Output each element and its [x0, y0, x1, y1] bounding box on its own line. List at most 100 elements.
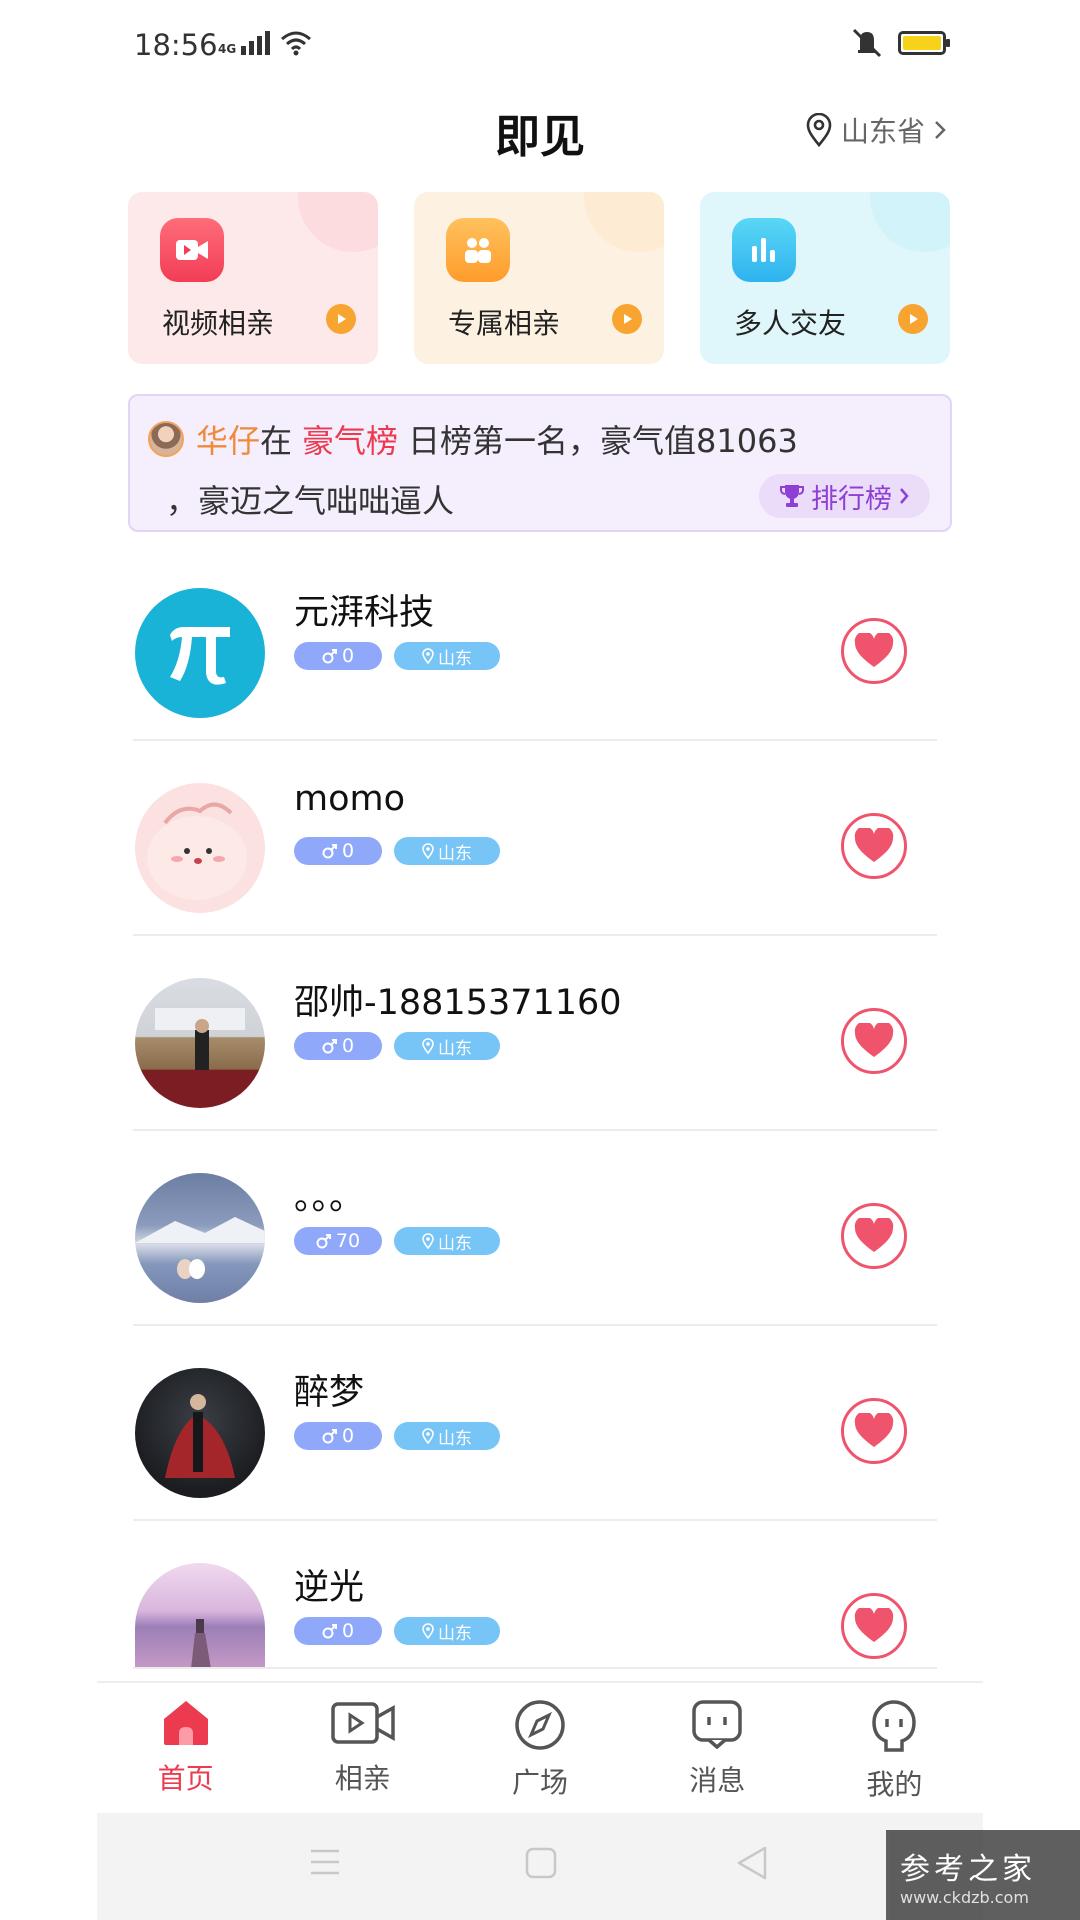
like-button[interactable]	[841, 1008, 907, 1074]
location-value: 山东	[438, 648, 472, 669]
gender-tag: 0	[294, 1617, 382, 1645]
avatar[interactable]	[135, 783, 265, 913]
male-icon	[322, 844, 337, 859]
card-label: 多人交友	[734, 307, 847, 340]
location-pin-icon	[422, 1428, 434, 1444]
like-button[interactable]	[841, 618, 907, 684]
user-tags: 0 山东	[294, 1617, 500, 1645]
heart-icon	[854, 1608, 894, 1642]
gender-value: 0	[341, 1035, 355, 1057]
ranking-button-label: 排行榜	[811, 483, 892, 515]
like-button[interactable]	[841, 1203, 907, 1269]
trophy-icon	[780, 485, 804, 507]
video-camera-icon	[160, 218, 224, 282]
gender-tag: 0	[294, 837, 382, 865]
user-name: 逆光	[294, 1568, 365, 1608]
location-value: 山东	[438, 1623, 472, 1644]
location-label: 山东省	[840, 115, 925, 148]
male-icon	[322, 649, 337, 664]
location-pin-icon	[422, 648, 434, 664]
gender-value: 0	[341, 840, 355, 862]
list-item[interactable]: 邵帅-18815371160 0 山东	[109, 936, 971, 1131]
tab-home[interactable]: 首页	[97, 1683, 274, 1813]
user-tags: 0 山东	[294, 837, 500, 865]
location-tag: 山东	[394, 1032, 500, 1060]
user-name: 醉梦	[294, 1373, 365, 1413]
user-tags: 0 山东	[294, 642, 500, 670]
card-exclusive-dating[interactable]: 专属相亲	[414, 192, 664, 364]
location-pin-icon	[422, 843, 434, 859]
battery-icon	[898, 31, 950, 55]
tab-label: 相亲	[334, 1762, 391, 1795]
avatar[interactable]	[135, 1368, 265, 1498]
notice-line: 华仔 在 豪气榜 日榜第一名，豪气值81063	[148, 416, 798, 462]
status-signal-group: 4G	[218, 30, 312, 56]
heart-icon	[854, 828, 894, 862]
user-tags: 70 山东	[294, 1227, 500, 1255]
location-pin-icon	[422, 1623, 434, 1639]
tab-dating[interactable]: 相亲	[274, 1683, 451, 1813]
male-icon	[316, 1234, 331, 1249]
male-icon	[322, 1429, 337, 1444]
list-item[interactable]: 元湃科技 0 山东	[109, 546, 971, 741]
feature-cards: 视频相亲 专属相亲 多人交友	[128, 192, 950, 364]
location-value: 山东	[438, 843, 472, 864]
ranking-button[interactable]: 排行榜	[759, 474, 930, 518]
gender-tag: 0	[294, 642, 382, 670]
tab-label: 首页	[157, 1762, 214, 1795]
message-icon	[692, 1700, 742, 1749]
wifi-icon	[281, 31, 312, 56]
like-button[interactable]	[841, 813, 907, 879]
play-arrow-icon	[612, 304, 642, 334]
user-name: 。。。	[294, 1178, 365, 1218]
list-item[interactable]: momo 0 山东	[109, 741, 971, 936]
location-pin-icon	[422, 1233, 434, 1249]
people-icon	[446, 218, 510, 282]
watermark: 参考之家 www.ckdzb.com	[886, 1830, 1080, 1920]
avatar[interactable]	[135, 978, 265, 1108]
card-label: 专属相亲	[448, 307, 561, 340]
location-value: 山东	[438, 1038, 472, 1059]
system-nav-bar	[97, 1813, 983, 1920]
gender-value: 0	[341, 1425, 355, 1447]
avatar[interactable]	[135, 588, 265, 718]
like-button[interactable]	[841, 1398, 907, 1464]
location-pin-icon	[806, 113, 832, 147]
notice-user[interactable]: 华仔	[196, 416, 260, 462]
location-selector[interactable]: 山东省	[805, 110, 947, 150]
tab-label: 我的	[866, 1768, 923, 1801]
tab-label: 消息	[689, 1764, 746, 1797]
heart-icon	[854, 1023, 894, 1057]
like-button[interactable]	[841, 1593, 907, 1659]
list-item[interactable]: 逆光 0 山东	[109, 1521, 971, 1669]
bottom-tab-bar: 首页 相亲 广场 消息 我的	[97, 1681, 983, 1813]
card-group-chat[interactable]: 多人交友	[700, 192, 950, 364]
tab-messages[interactable]: 消息	[629, 1683, 806, 1813]
notice-text: 日榜第一名，豪气值81063	[408, 422, 798, 460]
location-tag: 山东	[394, 1617, 500, 1645]
list-item[interactable]: 。。。 70 山东	[109, 1131, 971, 1326]
network-type: 4G	[218, 42, 237, 56]
status-right-group	[850, 28, 950, 58]
male-icon	[322, 1624, 337, 1639]
watermark-brand: 参考之家	[900, 1851, 1036, 1887]
male-icon	[322, 1039, 337, 1054]
chevron-right-icon	[935, 121, 946, 139]
tab-square[interactable]: 广场	[451, 1683, 628, 1813]
avatar[interactable]	[135, 1173, 265, 1303]
tab-label: 广场	[512, 1766, 569, 1799]
gender-value: 0	[341, 645, 355, 667]
tab-profile[interactable]: 我的	[806, 1683, 983, 1813]
play-arrow-icon	[326, 304, 356, 334]
home-square-icon[interactable]	[525, 1847, 557, 1879]
back-icon[interactable]	[735, 1845, 769, 1881]
menu-icon[interactable]	[309, 1847, 341, 1877]
compass-icon	[515, 1700, 565, 1750]
notice-avatar	[148, 421, 184, 457]
avatar[interactable]	[135, 1563, 265, 1669]
location-tag: 山东	[394, 1422, 500, 1450]
card-video-dating[interactable]: 视频相亲	[128, 192, 378, 364]
location-value: 山东	[438, 1233, 472, 1254]
user-name: 元湃科技	[294, 593, 435, 633]
list-item[interactable]: 醉梦 0 山东	[109, 1326, 971, 1521]
